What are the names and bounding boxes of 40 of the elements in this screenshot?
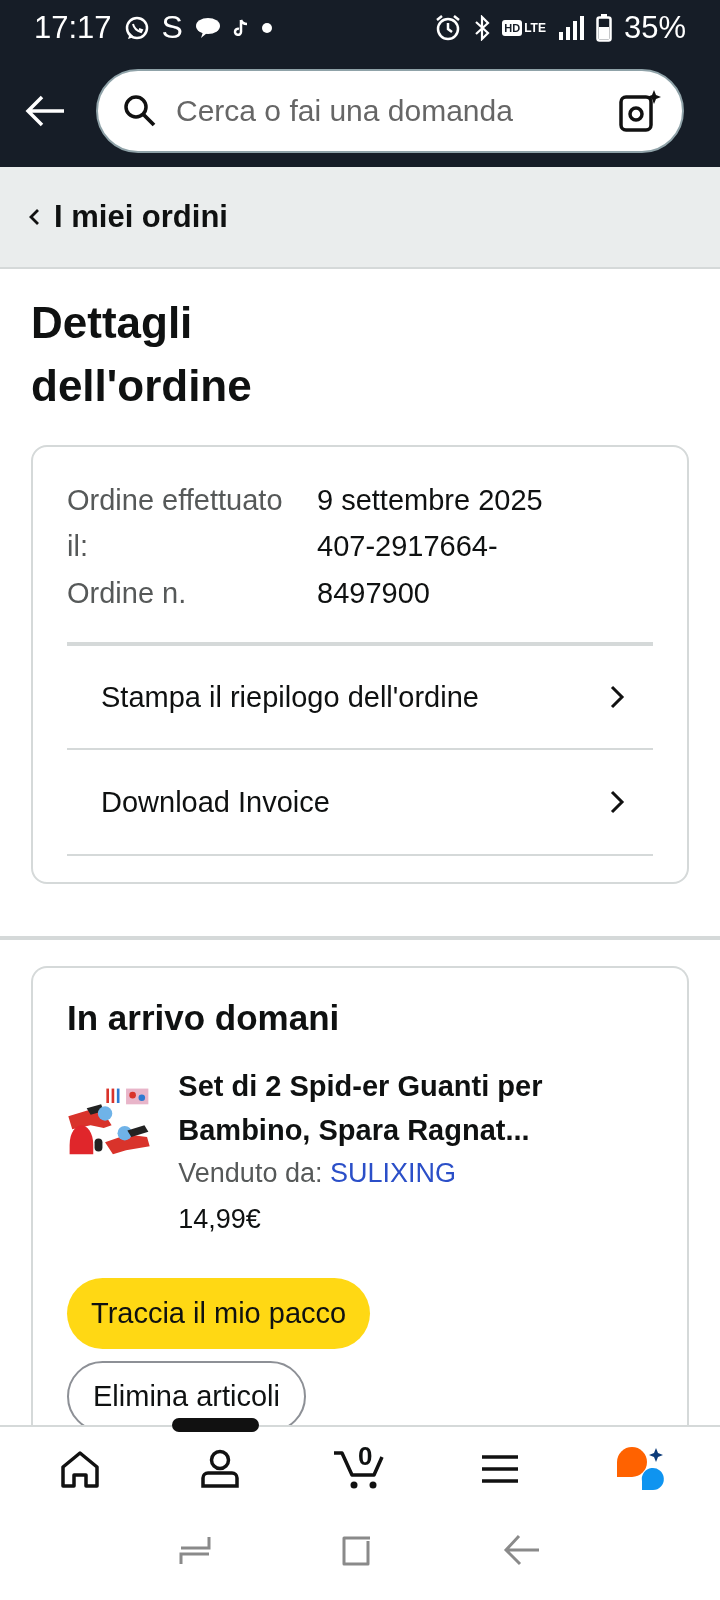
chat-bubbles-icon[interactable] [614, 1445, 666, 1492]
track-package-button[interactable]: Traccia il mio pacco [67, 1278, 371, 1350]
back-icon[interactable] [503, 1533, 541, 1568]
link-row[interactable]: Stampa il riepilogo dell'ordine [67, 642, 653, 749]
search-input[interactable]: Cerca o fai una domanda [176, 94, 600, 129]
seller-link[interactable]: SULIXING [329, 1158, 456, 1189]
page-title: Dettagli dell'ordine [31, 296, 253, 412]
chevron-left-icon [28, 208, 40, 226]
back-arrow-icon[interactable] [24, 95, 66, 128]
remove-items-button[interactable]: Elimina articoli [67, 1361, 306, 1425]
notification-letter: S [161, 9, 183, 47]
breadcrumb-link[interactable]: I miei ordini [28, 199, 228, 235]
field-label: Ordine effettuato il: [67, 482, 284, 565]
signal-icon [557, 14, 584, 41]
dot-icon [260, 21, 273, 34]
search-field[interactable]: Cerca o fai una domanda [96, 69, 684, 154]
network-badge: HD [502, 19, 523, 36]
bluetooth-icon [474, 14, 491, 41]
network-type: LTE [524, 21, 546, 34]
music-note-icon [232, 17, 249, 38]
product-price: 14,99€ [178, 1203, 262, 1237]
field-value: 9 settembre 2025 [317, 482, 544, 518]
chevron-right-icon [609, 684, 625, 711]
battery-level: 35% [623, 9, 686, 46]
message-bubble-icon [194, 16, 221, 39]
delivery-status: In arrivo domani [67, 998, 341, 1039]
account-icon[interactable] [200, 1448, 240, 1489]
chat-bubble-icon [123, 14, 150, 41]
product-title[interactable]: Set di 2 Spid-er Guanti per Bambino, Spara Ragnat... [178, 1064, 653, 1153]
battery-icon [595, 13, 612, 42]
link-row[interactable]: Download Invoice [67, 748, 653, 855]
menu-icon[interactable] [481, 1453, 519, 1484]
home-icon[interactable] [60, 1449, 100, 1488]
recents-icon[interactable] [179, 1534, 211, 1567]
camera-icon[interactable] [618, 89, 662, 134]
field-label: Ordine n. [67, 575, 188, 611]
seller-label: Venduto da: [178, 1158, 323, 1189]
field-value: 407-2917664-8497900 [317, 529, 499, 611]
clock-time: 17:17 [34, 9, 112, 46]
chevron-right-icon [609, 789, 625, 816]
